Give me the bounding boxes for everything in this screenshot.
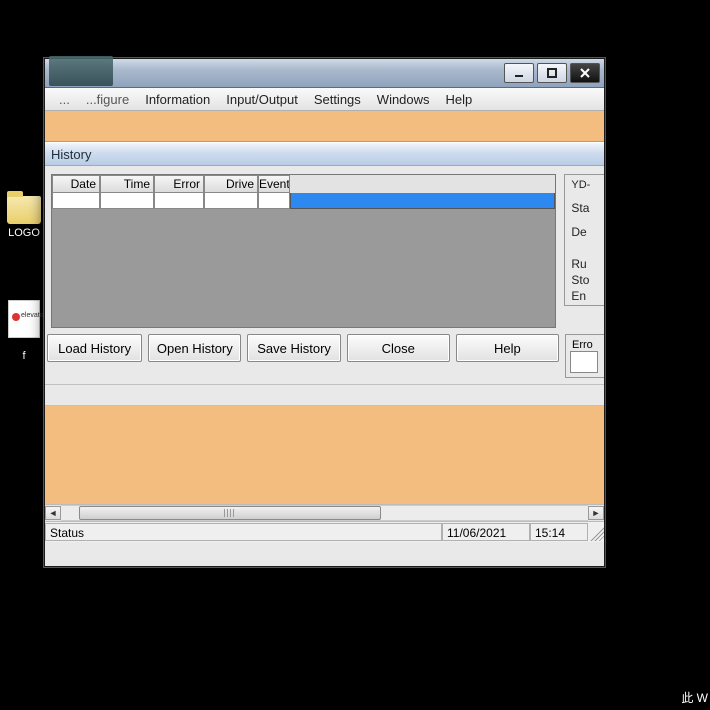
status-date: 11/06/2021 [442,523,530,541]
status-time: 15:14 [530,523,588,541]
side-legend: YD- [569,179,592,191]
grid-cell[interactable] [52,193,100,209]
col-header-time[interactable]: Time [100,175,154,193]
menu-item-partial1[interactable]: ... [51,90,78,109]
error-legend: Erro [570,339,595,351]
col-header-drive[interactable]: Drive [204,175,258,193]
grid-cell-selected[interactable] [290,193,555,209]
button-row: Load History Open History Save History C… [45,328,604,384]
app-logo [49,56,113,86]
col-header-error[interactable]: Error [154,175,204,193]
save-history-button[interactable]: Save History [247,334,340,362]
col-header-date[interactable]: Date [52,175,100,193]
load-history-button[interactable]: Load History [47,334,142,362]
open-history-button[interactable]: Open History [148,334,241,362]
toolbar [45,111,604,142]
section-title: History [51,147,91,162]
close-history-button[interactable]: Close [347,334,450,362]
side-label: Sto [571,273,604,287]
history-grid[interactable]: Date Time Error Drive Event [51,174,556,328]
separator-strip [45,384,604,406]
side-label: De [571,225,604,239]
scroll-left-arrow[interactable]: ◄ [45,506,61,520]
scroll-right-arrow[interactable]: ► [588,506,604,520]
desktop-icon-logo[interactable]: LOGO [4,196,44,239]
document-icon: elevator [8,300,40,338]
grid-header-row: Date Time Error Drive Event [52,175,555,193]
menu-item-configure[interactable]: ...figure [78,90,137,109]
titlebar[interactable] [45,59,604,88]
menu-item-settings[interactable]: Settings [306,90,369,109]
app-window: ... ...figure Information Input/Output S… [44,58,605,567]
menu-item-information[interactable]: Information [137,90,218,109]
menu-item-input-output[interactable]: Input/Output [218,90,306,109]
horizontal-scrollbar[interactable]: ◄ ► [45,504,604,521]
error-fieldset: Erro [565,334,604,378]
error-value-box [570,351,598,373]
grid-row[interactable] [52,193,555,209]
side-label: En [571,289,604,303]
maximize-button[interactable] [537,63,567,83]
resize-grip-icon[interactable] [588,523,604,541]
section-header: History [45,142,604,166]
help-button[interactable]: Help [456,334,559,362]
statusbar: Status 11/06/2021 15:14 [45,521,604,542]
folder-icon [7,196,41,224]
desktop-icon-elevator[interactable]: elevator [4,300,44,341]
icon-label: LOGO [4,227,44,239]
grid-cell[interactable] [154,193,204,209]
content-area: Date Time Error Drive Event YD- [45,166,604,566]
side-label: Ru [571,257,604,271]
grid-cell[interactable] [204,193,258,209]
col-header-event[interactable]: Event [258,175,290,193]
desktop-icon-f[interactable]: f [4,350,44,362]
menubar: ... ...figure Information Input/Output S… [45,88,604,111]
status-text: Status [45,523,442,541]
side-label: Sta [571,201,604,215]
side-panel: YD- Sta De Ru Sto En [564,174,604,328]
scroll-track[interactable] [61,505,588,521]
taskbar-fragment: 此 W [679,685,710,710]
menu-item-help[interactable]: Help [438,90,481,109]
menu-item-windows[interactable]: Windows [369,90,438,109]
close-button[interactable] [570,63,600,83]
lower-panel [45,406,604,504]
icon-label: f [4,350,44,362]
grid-cell[interactable] [258,193,290,209]
grid-cell[interactable] [100,193,154,209]
minimize-button[interactable] [504,63,534,83]
scroll-thumb[interactable] [79,506,381,520]
